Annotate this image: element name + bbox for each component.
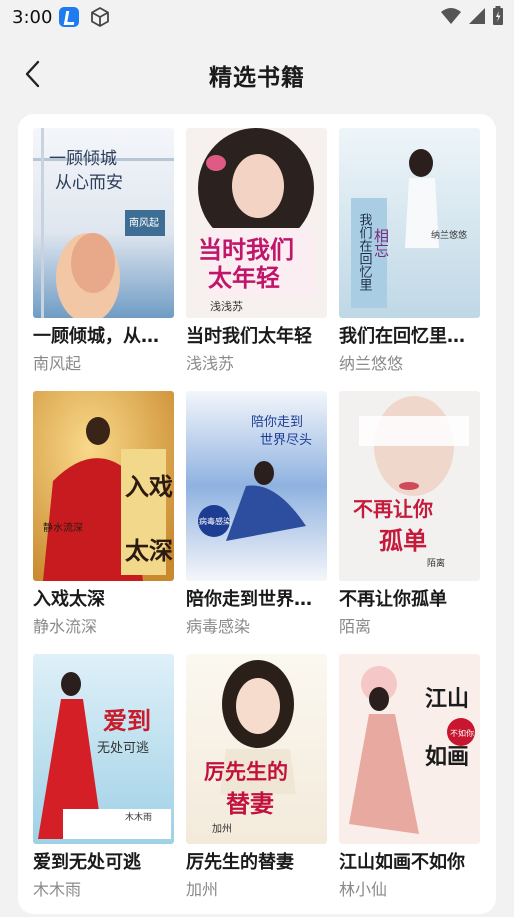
cover-subtitle: 太深 <box>125 536 173 565</box>
book-author: 南风起 <box>33 354 82 373</box>
book-list-panel: 一顾倾城 从心而安 南风起 一顾倾城，从心而安 南风起 当时我们 太年轻 <box>18 114 496 914</box>
cover-title: 爱到 <box>103 706 151 735</box>
cover-subtitle: 太年轻 <box>208 263 280 292</box>
book-author: 加州 <box>186 880 219 899</box>
book-title: 江山如画不如你 <box>339 852 465 873</box>
signal-icon <box>468 7 486 29</box>
book-cover[interactable]: 一顾倾城 从心而安 南风起 <box>33 128 174 318</box>
battery-icon <box>492 6 504 30</box>
book-cover[interactable]: 当时我们 太年轻 浅浅苏 <box>186 128 327 318</box>
status-time: 3:00 <box>12 7 53 28</box>
cover-author: 加州 <box>212 823 232 835</box>
cover-author: 木木雨 <box>125 811 152 823</box>
book-author: 静水流深 <box>33 617 98 636</box>
book-card[interactable]: 一顾倾城 从心而安 南风起 一顾倾城，从心而安 南风起 <box>33 128 174 391</box>
cover-author: 浅浅苏 <box>210 300 243 313</box>
cover-title: 入戏 <box>125 472 173 501</box>
book-card[interactable]: 爱到 无处可逃 木木雨 爱到无处可逃 木木雨 <box>33 654 174 917</box>
book-author: 病毒感染 <box>186 617 251 636</box>
cover-title: 陪你走到 <box>251 415 303 430</box>
cover-title: 不再让你 <box>353 497 433 521</box>
book-card[interactable]: 厉先生的 替妻 加州 厉先生的替妻 加州 <box>186 654 327 917</box>
cover-title: 我们在回忆里 <box>357 213 373 291</box>
cover-author: 纳兰悠悠 <box>431 229 467 241</box>
cover-title: 江山 <box>425 686 469 712</box>
book-cover[interactable]: 不再让你 孤单 陌离 <box>339 391 480 581</box>
book-cover[interactable]: 江山 如画 不如你 <box>339 654 480 844</box>
book-title: 爱到无处可逃 <box>33 852 141 873</box>
cover-subtitle: 孤单 <box>379 526 427 555</box>
book-author: 纳兰悠悠 <box>339 354 404 373</box>
page-title: 精选书籍 <box>209 65 305 91</box>
cover-subtitle: 世界尽头 <box>260 433 312 448</box>
cover-title: 一顾倾城 <box>49 149 117 169</box>
book-title: 一顾倾城，从心而安 <box>33 326 174 347</box>
cover-author: 病毒感染 <box>199 516 231 526</box>
book-cover[interactable]: 陪你走到 世界尽头 病毒感染 <box>186 391 327 581</box>
book-author: 林小仙 <box>339 880 388 899</box>
book-cover[interactable]: 爱到 无处可逃 木木雨 <box>33 654 174 844</box>
status-bar: 3:00 <box>0 0 514 36</box>
cover-title: 当时我们 <box>198 235 294 264</box>
cover-subtitle: 如画 <box>425 744 469 770</box>
header: 精选书籍 <box>0 44 514 104</box>
book-grid: 一顾倾城 从心而安 南风起 一顾倾城，从心而安 南风起 当时我们 太年轻 <box>33 128 480 917</box>
book-card[interactable]: 陪你走到 世界尽头 病毒感染 陪你走到世界尽头 病毒感染 <box>186 391 327 654</box>
cover-subtitle: 相忘 <box>372 228 390 258</box>
cover-tagline: 不如你 <box>450 728 474 738</box>
cover-author: 陌离 <box>427 557 445 569</box>
book-cover[interactable]: 入戏 太深 静水流深 <box>33 391 174 581</box>
book-title: 入戏太深 <box>33 589 105 610</box>
book-card[interactable]: 入戏 太深 静水流深 入戏太深 静水流深 <box>33 391 174 654</box>
cover-subtitle: 替妻 <box>226 789 274 818</box>
book-title: 当时我们太年轻 <box>186 326 312 347</box>
cover-author: 静水流深 <box>43 521 83 534</box>
book-cover[interactable]: 我们在回忆里 相忘 纳兰悠悠 <box>339 128 480 318</box>
book-card[interactable]: 江山 如画 不如你 江山如画不如你 林小仙 <box>339 654 480 917</box>
cover-author: 南风起 <box>129 216 159 229</box>
book-author: 陌离 <box>339 617 372 636</box>
cover-title: 厉先生的 <box>204 759 288 784</box>
book-title: 不再让你孤单 <box>339 589 447 610</box>
cover-subtitle: 从心而安 <box>55 173 123 193</box>
cube-icon <box>89 6 111 32</box>
book-title: 厉先生的替妻 <box>186 852 294 873</box>
app-notification-icon <box>59 7 79 27</box>
cover-subtitle: 无处可逃 <box>97 741 149 756</box>
book-author: 木木雨 <box>33 880 82 899</box>
book-card[interactable]: 我们在回忆里 相忘 纳兰悠悠 我们在回忆里相忘 纳兰悠悠 <box>339 128 480 391</box>
book-card[interactable]: 不再让你 孤单 陌离 不再让你孤单 陌离 <box>339 391 480 654</box>
book-title: 我们在回忆里相忘 <box>339 326 480 347</box>
book-author: 浅浅苏 <box>186 354 235 373</box>
book-cover[interactable]: 厉先生的 替妻 加州 <box>186 654 327 844</box>
book-title: 陪你走到世界尽头 <box>186 589 327 610</box>
wifi-icon <box>440 7 462 29</box>
book-card[interactable]: 当时我们 太年轻 浅浅苏 当时我们太年轻 浅浅苏 <box>186 128 327 391</box>
